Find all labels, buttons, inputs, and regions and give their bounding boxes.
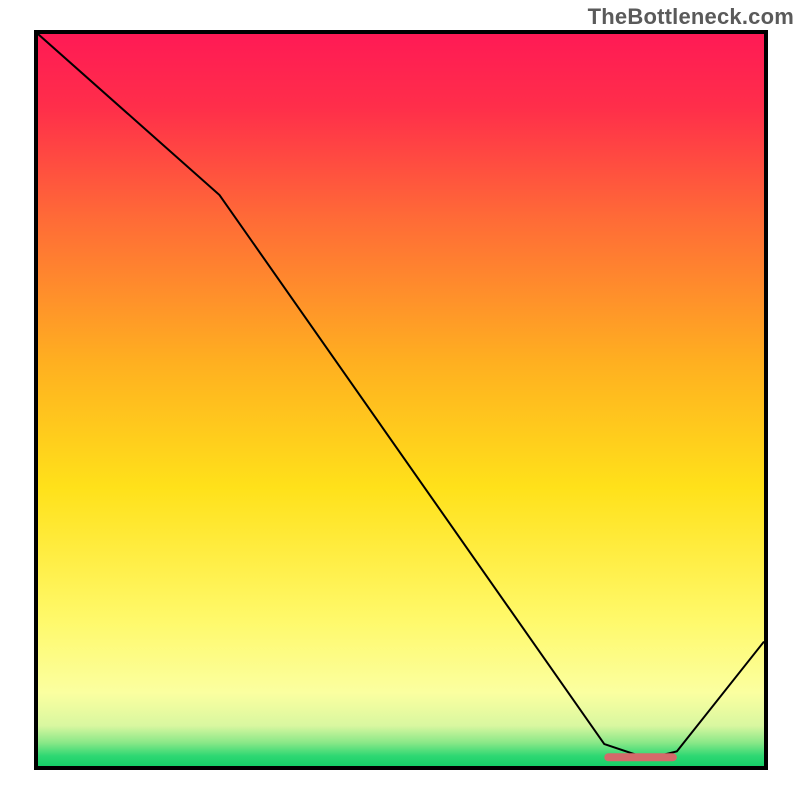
watermark-text: TheBottleneck.com	[588, 4, 794, 30]
viewport: TheBottleneck.com	[0, 0, 800, 800]
gradient-background	[38, 34, 764, 766]
chart-plot-area	[34, 30, 768, 770]
chart-svg	[38, 34, 764, 766]
optimum-marker	[604, 753, 677, 761]
